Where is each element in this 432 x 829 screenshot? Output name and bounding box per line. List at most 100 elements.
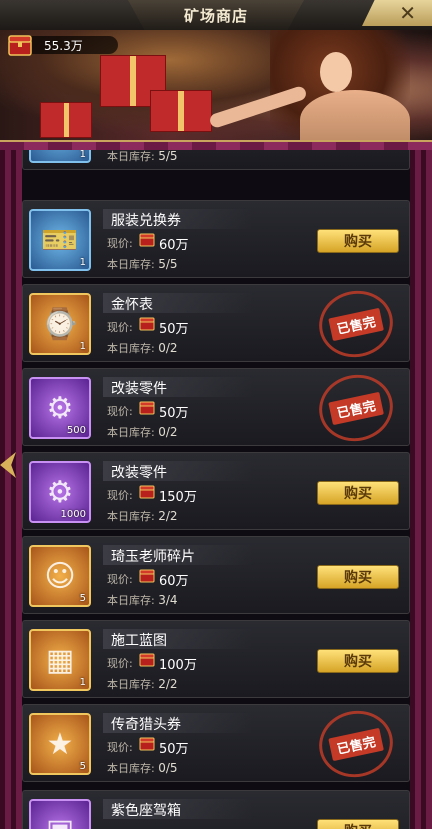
stock-label: 本日库存: (107, 258, 159, 271)
gem-chest-icon (139, 317, 155, 331)
item-price: 50万 (159, 322, 189, 337)
price-label: 现价: (107, 489, 133, 502)
stock-label: 本日库存: (107, 762, 159, 775)
currency-amount: 55.3万 (44, 39, 83, 53)
item-icon-frame[interactable]: ⚙ 500 (29, 377, 91, 439)
car-box-icon: ▣ (31, 801, 89, 829)
stock-value: 3/4 (158, 593, 178, 607)
item-quantity: 500 (66, 425, 86, 436)
shop-item-row: ☺ 5 琦玉老师碎片 现价: 60万 本日库存: 3/4 购买 (22, 536, 410, 614)
gift-box-image (150, 90, 212, 132)
stock-value: 0/5 (158, 761, 178, 775)
item-price: 150万 (159, 490, 197, 505)
price-label: 现价: (107, 573, 133, 586)
shop-item-row: 🎫1本日库存: 5/5购买 (22, 150, 410, 170)
sold-out-label: 已售完 (328, 727, 384, 761)
item-price: 50万 (159, 406, 189, 421)
item-quantity: 5 (79, 761, 86, 772)
daily-stock: 本日库存: 5/5 (107, 256, 178, 272)
item-price: 60万 (159, 238, 189, 253)
price-label: 现价: (107, 741, 133, 754)
buy-button[interactable]: 购买 (317, 565, 399, 589)
stock-label: 本日库存: (107, 510, 159, 523)
gem-chest-icon (8, 35, 32, 56)
item-icon-frame[interactable]: ▦ 1 (29, 629, 91, 691)
right-curtain (410, 150, 432, 829)
item-price: 100万 (159, 658, 197, 673)
daily-stock: 本日库存: 3/4 (107, 592, 178, 608)
item-icon-frame[interactable]: ⌚ 1 (29, 293, 91, 355)
stock-value: 2/2 (158, 677, 178, 691)
price-label: 现价: (107, 321, 133, 334)
item-icon-frame[interactable]: 🎫1 (29, 150, 91, 163)
item-quantity: 1 (79, 677, 86, 688)
character-body (300, 90, 410, 145)
daily-stock: 本日库存: 5/5 (107, 150, 178, 164)
item-icon-frame[interactable]: ⚙ 1000 (29, 461, 91, 523)
stock-label: 本日库存: (107, 594, 159, 607)
sold-out-stamp: 已售完 (312, 368, 400, 448)
sold-out-label: 已售完 (328, 307, 384, 341)
stock-label: 本日库存: (107, 426, 159, 439)
price-label: 现价: (107, 405, 133, 418)
shop-item-row: ★ 5 传奇猎头券 现价: 50万 本日库存: 0/5 已售完 (22, 704, 410, 784)
page-title: 矿场商店 (183, 7, 248, 25)
shop-item-list[interactable]: 🎫1本日库存: 5/5购买🎫1服装兑换券现价:60万本日库存: 5/5购买⌚1金… (22, 150, 410, 829)
left-curtain (0, 150, 22, 829)
item-price: 60万 (159, 574, 189, 589)
item-name: 紫色座驾箱 (111, 803, 181, 819)
price-label: 现价: (107, 657, 133, 670)
shop-item-row: 🎫 1 服装兑换券 现价: 60万 本日库存: 5/5 购买 (22, 200, 410, 278)
buy-button[interactable]: 购买 (317, 481, 399, 505)
stock-value: 0/2 (158, 341, 178, 355)
item-name: 服装兑换券 (111, 213, 181, 229)
item-quantity: 1000 (60, 509, 86, 520)
gem-chest-icon (139, 401, 155, 415)
item-name: 改装零件 (111, 465, 167, 481)
item-quantity: 1 (79, 257, 86, 268)
close-icon: ✕ (399, 1, 416, 25)
gem-chest-icon (139, 485, 155, 499)
stock-label: 本日库存: (107, 342, 159, 355)
buy-button[interactable]: 购买 (317, 819, 399, 829)
sold-out-stamp: 已售完 (312, 704, 400, 784)
stock-label: 本日库存: (107, 150, 159, 163)
item-price: 50万 (159, 742, 189, 757)
gift-box-image (40, 102, 92, 138)
daily-stock: 本日库存: 0/2 (107, 340, 178, 356)
sold-out-stamp: 已售完 (312, 284, 400, 364)
item-icon-frame[interactable]: 🎫1 (29, 209, 91, 271)
sold-out-label: 已售完 (328, 391, 384, 425)
buy-button[interactable]: 购买 (317, 649, 399, 673)
stock-value: 5/5 (158, 257, 178, 271)
shop-item-row: ⚙ 1000 改装零件 现价: 150万 本日库存: 2/2 购买 (22, 452, 410, 530)
item-name: 琦玉老师碎片 (111, 549, 195, 565)
buy-button[interactable]: 购买 (317, 229, 399, 253)
item-name: 传奇猎头券 (111, 717, 181, 733)
item-name: 金怀表 (111, 297, 153, 313)
daily-stock: 本日库存: 2/2 (107, 676, 178, 692)
daily-stock: 本日库存: 2/2 (107, 508, 178, 524)
shop-item-row: ⚙ 500 改装零件 现价: 50万 本日库存: 0/2 已售完 (22, 368, 410, 448)
item-quantity: 1 (79, 150, 86, 160)
stock-value: 5/5 (158, 150, 178, 163)
stock-label: 本日库存: (107, 678, 159, 691)
shop-item-row: ▦ 1 施工蓝图 现价: 100万 本日库存: 2/2 购买 (22, 620, 410, 698)
item-icon-frame[interactable]: ☺ 5 (29, 545, 91, 607)
gem-chest-icon (139, 233, 155, 247)
item-icon-frame[interactable]: ▣ (29, 799, 91, 829)
gem-chest-icon (139, 737, 155, 751)
item-name: 改装零件 (111, 381, 167, 397)
item-name: 施工蓝图 (111, 633, 167, 649)
character-face (320, 52, 352, 92)
stock-value: 2/2 (158, 509, 178, 523)
gem-chest-icon (139, 569, 155, 583)
shop-item-row: ▣ 紫色座驾箱购买 (22, 790, 410, 829)
daily-stock: 本日库存: 0/5 (107, 760, 178, 776)
item-quantity: 5 (79, 593, 86, 604)
stock-value: 0/2 (158, 425, 178, 439)
gem-chest-icon (139, 653, 155, 667)
price-label: 现价: (107, 237, 133, 250)
item-icon-frame[interactable]: ★ 5 (29, 713, 91, 775)
daily-stock: 本日库存: 0/2 (107, 424, 178, 440)
